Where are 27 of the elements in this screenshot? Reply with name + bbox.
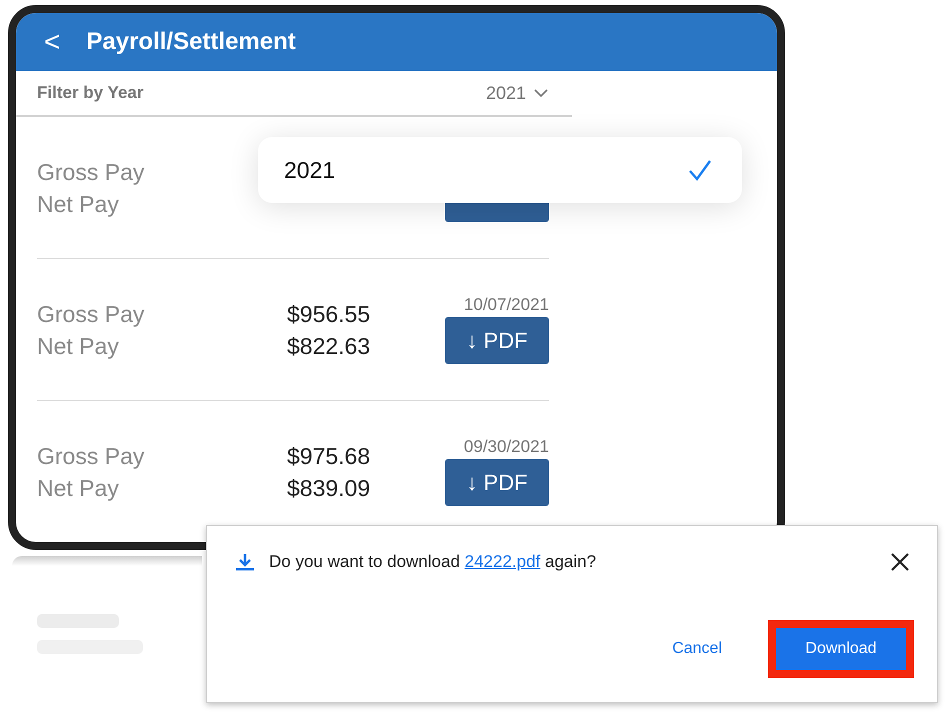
checkmark-icon — [688, 159, 712, 181]
gross-pay-amount: $975.68 — [287, 442, 372, 470]
cancel-button[interactable]: Cancel — [666, 639, 728, 659]
gross-pay-label: Gross Pay — [37, 442, 146, 471]
page-title: Payroll/Settlement — [86, 28, 296, 56]
download-message: Do you want to download 24222.pdf again? — [269, 552, 598, 572]
gross-pay-label: Gross Pay — [37, 300, 146, 329]
file-link[interactable]: 24222.pdf — [464, 552, 540, 571]
net-pay-label: Net Pay — [37, 332, 120, 361]
pdf-download-button[interactable]: ↓ PDF — [445, 459, 549, 506]
net-pay-label: Net Pay — [37, 190, 120, 219]
download-button[interactable]: Download — [768, 620, 914, 678]
net-pay-amount: $822.63 — [287, 332, 372, 360]
gross-pay-label: Gross Pay — [37, 158, 146, 187]
close-button[interactable] — [891, 553, 909, 571]
net-pay-label: Net Pay — [37, 474, 120, 503]
filter-label: Filter by Year — [37, 83, 144, 103]
chevron-down-icon — [534, 89, 548, 97]
pay-date: 10/07/2021 — [464, 295, 549, 315]
year-option[interactable]: 2021 — [258, 137, 742, 203]
net-pay-amount: $839.09 — [287, 474, 372, 502]
back-button[interactable]: < — [44, 26, 60, 58]
gross-pay-amount: $956.55 — [287, 300, 372, 328]
pay-date: 09/30/2021 — [464, 437, 549, 457]
download-icon — [235, 552, 255, 572]
year-dropdown[interactable]: 2021 — [486, 82, 548, 104]
pdf-download-button[interactable]: ↓ PDF — [445, 317, 549, 364]
